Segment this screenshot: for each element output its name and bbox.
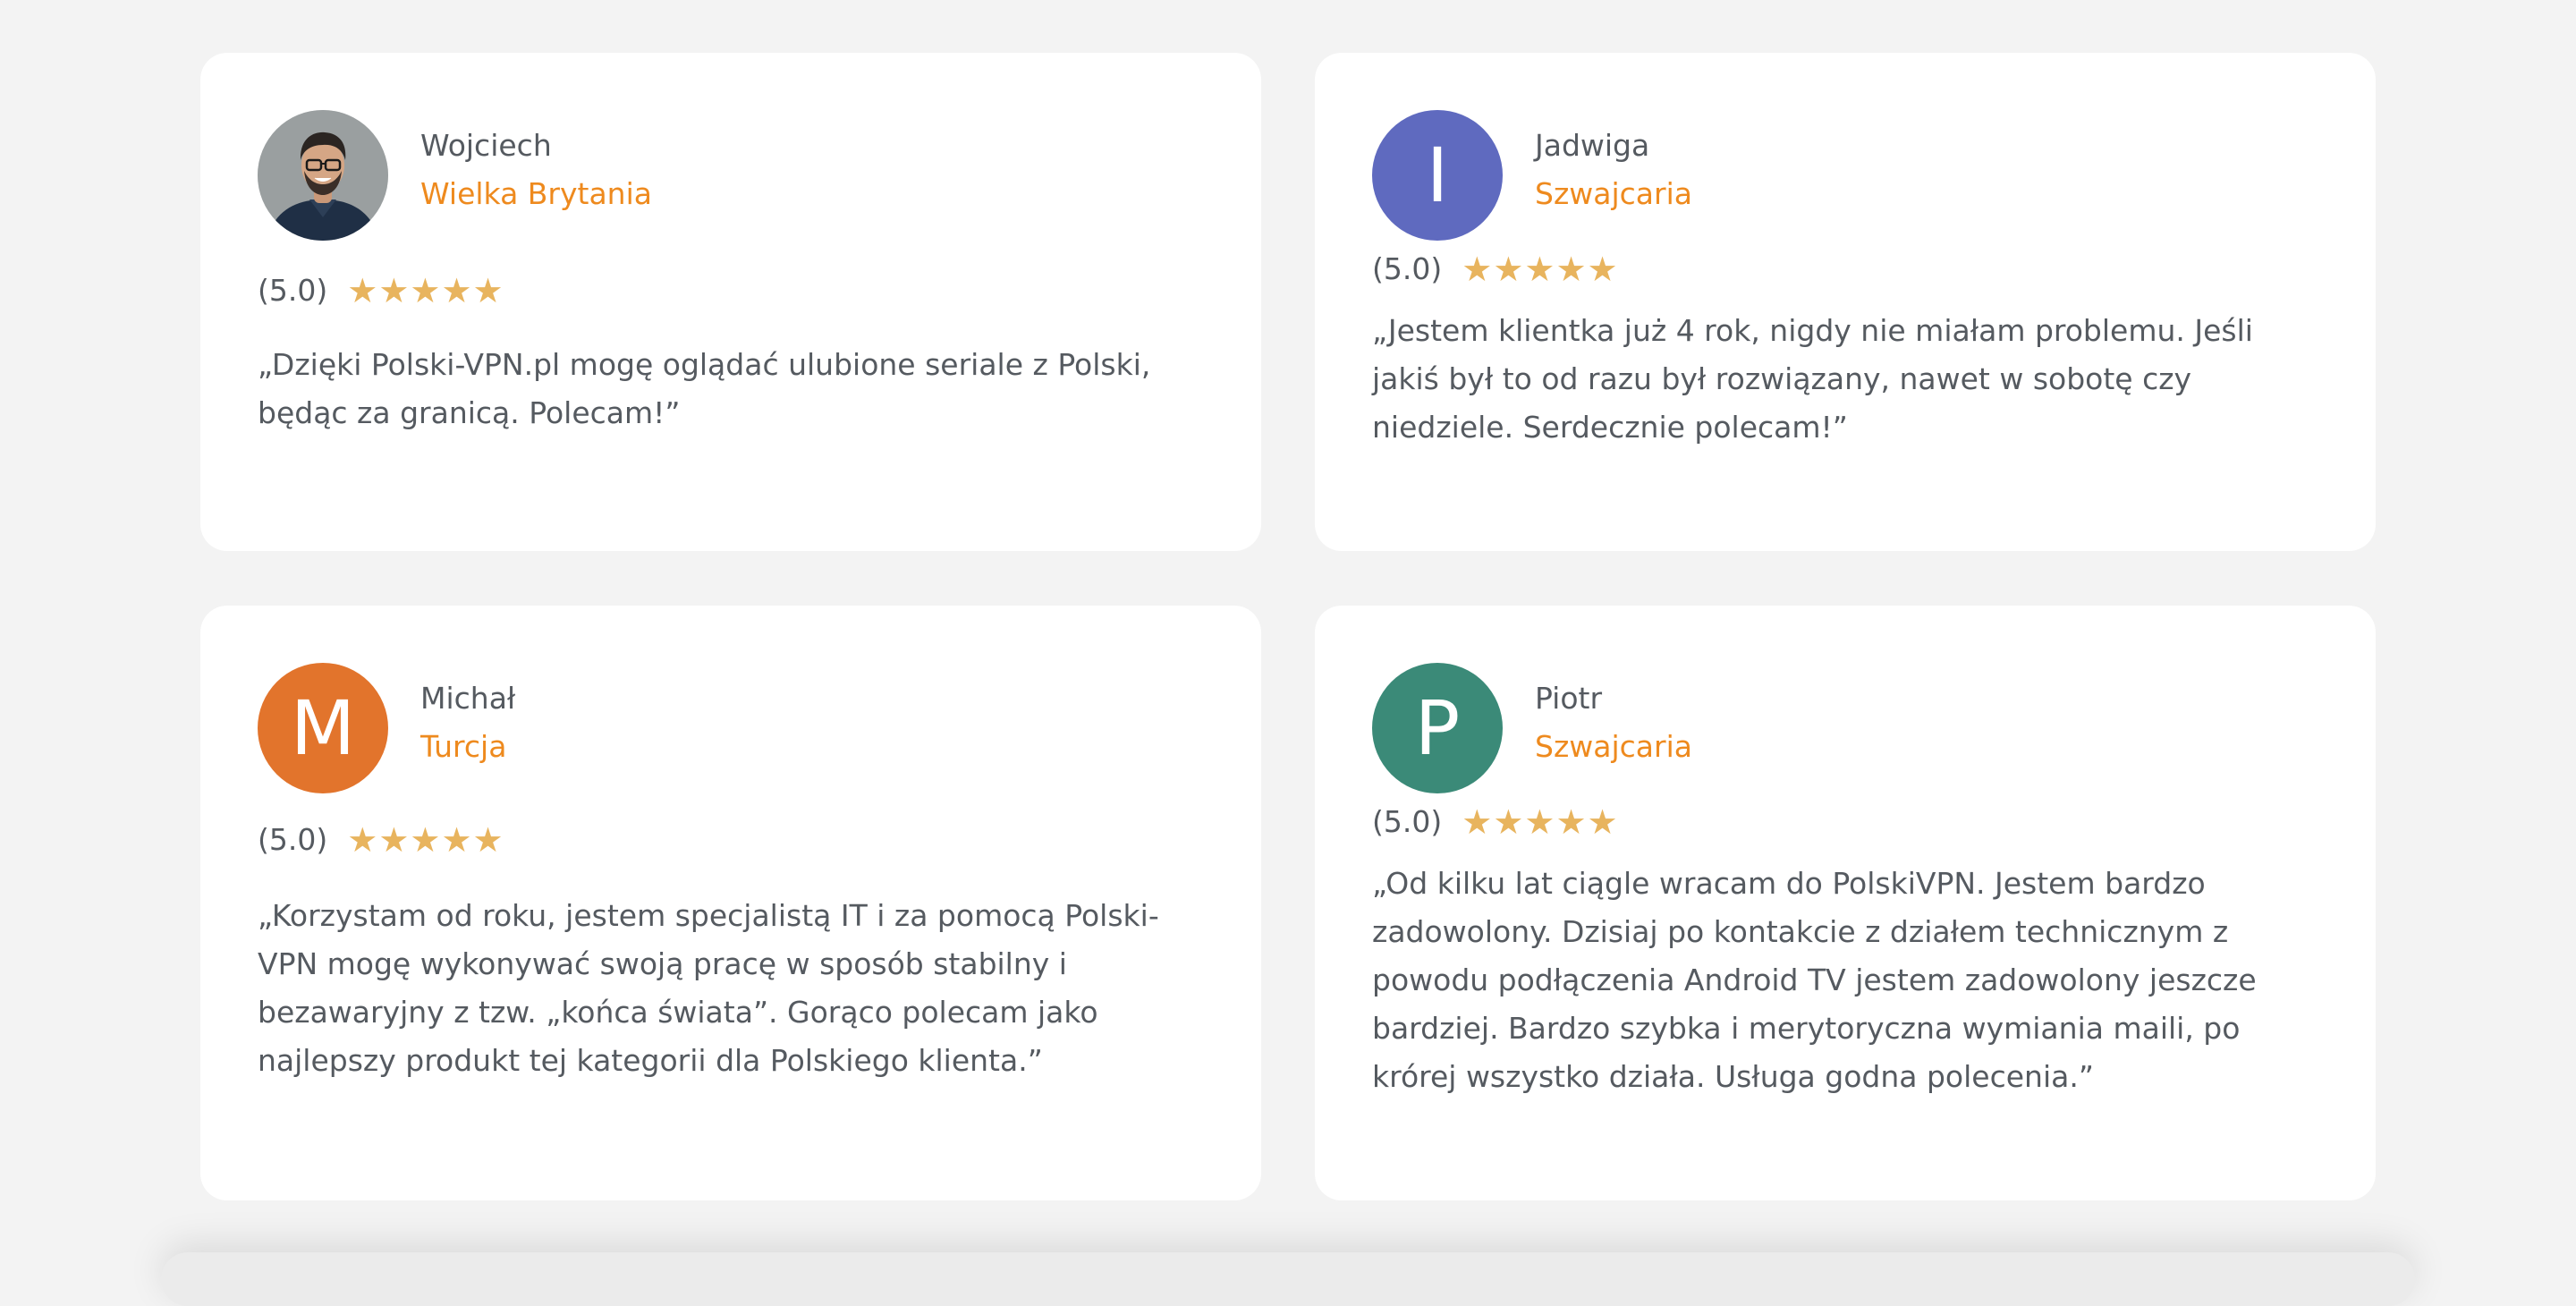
review-text: „Korzystam od roku, jestem specjalistą I… [258,898,1159,1078]
review-card: Wojciech Wielka Brytania (5.0) ★ ★ ★ ★ ★… [200,53,1261,551]
next-section-edge [161,1252,2415,1306]
avatar-photo [258,110,388,241]
reviewer-name: Wojciech [420,128,552,163]
avatar-initial: P [1372,663,1503,793]
rating-stars: ★ ★ ★ ★ ★ [347,274,503,308]
review-card: M Michał Turcja (5.0) ★ ★ ★ ★ ★ „Korzyst… [200,606,1261,1200]
reviewer-country: Szwajcaria [1535,729,1692,764]
rating-stars: ★ ★ ★ ★ ★ [1462,805,1617,839]
reviewer-country: Turcja [420,729,507,764]
review-text: „Dzięki Polski-VPN.pl mogę oglądać ulubi… [258,347,1151,430]
user-photo-avatar-icon [258,110,388,241]
rating-score: (5.0) [258,822,328,857]
avatar-initial: I [1372,110,1503,241]
rating: (5.0) ★ ★ ★ ★ ★ [1372,804,1618,839]
review-text: „Od kilku lat ciągle wracam do PolskiVPN… [1372,866,2257,1094]
star-icon: ★ [1587,249,1618,289]
rating-stars: ★ ★ ★ ★ ★ [1462,252,1617,286]
rating: (5.0) ★ ★ ★ ★ ★ [258,273,504,308]
avatar-initial-letter: P [1414,684,1461,772]
star-icon: ★ [347,819,378,860]
star-icon: ★ [378,270,410,310]
star-icon: ★ [1493,249,1524,289]
star-icon: ★ [1462,249,1493,289]
star-icon: ★ [410,270,441,310]
rating: (5.0) ★ ★ ★ ★ ★ [258,822,504,857]
star-icon: ★ [1555,801,1587,842]
star-icon: ★ [1524,249,1555,289]
reviewer-name: Michał [420,681,516,716]
star-icon: ★ [472,819,504,860]
reviewer-country: Szwajcaria [1535,176,1692,211]
rating-score: (5.0) [258,273,328,308]
star-icon: ★ [1555,249,1587,289]
star-icon: ★ [441,819,472,860]
reviewer-name: Jadwiga [1535,128,1650,163]
review-text: „Jestem klientka już 4 rok, nigdy nie mi… [1372,313,2253,445]
star-icon: ★ [1493,801,1524,842]
star-icon: ★ [1462,801,1493,842]
star-icon: ★ [441,270,472,310]
review-card: P Piotr Szwajcaria (5.0) ★ ★ ★ ★ ★ „Od k… [1315,606,2376,1200]
rating-score: (5.0) [1372,804,1443,839]
star-icon: ★ [410,819,441,860]
rating-score: (5.0) [1372,251,1443,286]
reviewer-country: Wielka Brytania [420,176,652,211]
reviewer-name: Piotr [1535,681,1603,716]
star-icon: ★ [1524,801,1555,842]
avatar-initial-letter: M [290,684,356,772]
review-card: I Jadwiga Szwajcaria (5.0) ★ ★ ★ ★ ★ „Je… [1315,53,2376,551]
avatar-initial: M [258,663,388,793]
star-icon: ★ [378,819,410,860]
rating: (5.0) ★ ★ ★ ★ ★ [1372,251,1618,286]
star-icon: ★ [347,270,378,310]
rating-stars: ★ ★ ★ ★ ★ [347,823,503,857]
star-icon: ★ [1587,801,1618,842]
star-icon: ★ [472,270,504,310]
avatar-initial-letter: I [1426,131,1449,219]
